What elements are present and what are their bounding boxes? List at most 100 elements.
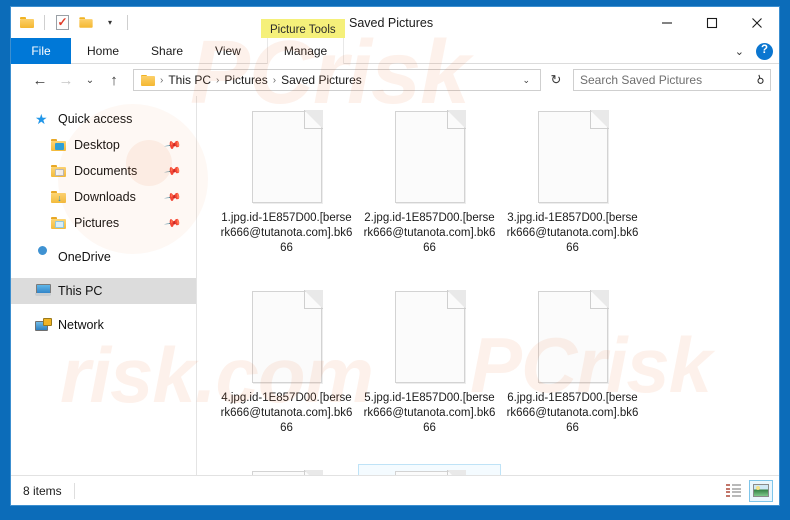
- blank-file-icon: [394, 290, 466, 383]
- sidebar-item-label: Desktop: [74, 138, 120, 152]
- sidebar-item-quick-access[interactable]: ★ Quick access: [11, 106, 196, 132]
- view-mode-buttons: [721, 479, 773, 502]
- network-icon: [35, 318, 51, 332]
- breadcrumb-item-saved-pictures[interactable]: Saved Pictures: [277, 73, 366, 87]
- file-item[interactable]: 1.jpg.id-1E857D00.[berserk666@tutanota.c…: [215, 104, 358, 284]
- pin-icon: 📌: [163, 162, 182, 181]
- file-item[interactable]: 5.jpg.id-1E857D00.[berserk666@tutanota.c…: [358, 284, 501, 464]
- window-title: Saved Pictures: [349, 15, 434, 30]
- file-explorer-window: ✓ ▾ Picture Tools Saved Pictures File Ho…: [10, 6, 780, 506]
- file-name: 2.jpg.id-1E857D00.[berserk666@tutanota.c…: [363, 212, 496, 254]
- sidebar-item-label: Documents: [74, 164, 138, 178]
- sidebar-item-pictures[interactable]: Pictures 📌: [11, 210, 196, 236]
- pin-icon: 📌: [163, 214, 182, 233]
- details-view-button[interactable]: [721, 480, 745, 502]
- sidebar-item-network[interactable]: Network: [11, 312, 196, 338]
- forward-button: →: [58, 71, 74, 89]
- recent-locations-icon[interactable]: ⌄: [81, 69, 99, 91]
- breadcrumb[interactable]: › This PC › Pictures › Saved Pictures ⌄: [133, 69, 541, 91]
- properties-check-icon[interactable]: ✓: [52, 13, 72, 33]
- details-view-icon: [725, 484, 741, 497]
- tab-view[interactable]: View: [199, 38, 257, 64]
- folder-downloads-icon: ↓: [51, 191, 67, 203]
- blank-file-icon: [394, 110, 466, 203]
- icon-grid: 1.jpg.id-1E857D00.[berserk666@tutanota.c…: [215, 104, 773, 475]
- star-icon: ★: [35, 111, 48, 127]
- file-item[interactable]: 2.jpg.id-1E857D00.[berserk666@tutanota.c…: [358, 104, 501, 284]
- minimize-button[interactable]: [644, 7, 689, 38]
- blank-file-icon: [251, 470, 323, 475]
- breadcrumb-dropdown-icon[interactable]: ⌄: [516, 75, 536, 86]
- text-file-icon: [394, 470, 466, 475]
- file-name: 3.jpg.id-1E857D00.[berserk666@tutanota.c…: [506, 212, 639, 254]
- item-count-label: 8 items: [23, 483, 62, 498]
- breadcrumb-item-pictures[interactable]: Pictures: [220, 73, 271, 87]
- file-name: 6.jpg.id-1E857D00.[berserk666@tutanota.c…: [506, 392, 639, 434]
- sidebar-item-label: Network: [58, 318, 104, 332]
- file-item[interactable]: 4.jpg.id-1E857D00.[berserk666@tutanota.c…: [215, 284, 358, 464]
- large-icons-view-button[interactable]: [749, 479, 773, 502]
- back-button[interactable]: ←: [29, 69, 51, 91]
- window-controls: [644, 7, 779, 38]
- navigation-pane: ★ Quick access Desktop 📌 Documents 📌 ↓ D…: [11, 96, 197, 475]
- sidebar-item-downloads[interactable]: ↓ Downloads 📌: [11, 184, 196, 210]
- sidebar-item-onedrive[interactable]: OneDrive: [11, 244, 196, 270]
- sidebar-item-label: Quick access: [58, 112, 133, 126]
- quick-access-toolbar: ✓ ▾: [11, 7, 131, 38]
- file-item[interactable]: 3.jpg.id-1E857D00.[berserk666@tutanota.c…: [501, 104, 644, 284]
- qat-separator-2: [127, 15, 128, 30]
- ribbon-right-controls: ⌄ ?: [731, 38, 773, 64]
- nav-gap-1: [11, 236, 196, 244]
- tab-file[interactable]: File: [11, 38, 71, 64]
- explorer-body: ★ Quick access Desktop 📌 Documents 📌 ↓ D…: [11, 96, 779, 475]
- sidebar-item-label: OneDrive: [58, 250, 111, 264]
- large-icons-view-icon: [753, 484, 769, 497]
- folder-documents-icon: [51, 165, 67, 177]
- desktop-background: ✓ ▾ Picture Tools Saved Pictures File Ho…: [0, 0, 790, 520]
- tab-home[interactable]: Home: [71, 38, 135, 64]
- nav-gap-2: [11, 270, 196, 278]
- search-input[interactable]: Search Saved Pictures ☌: [573, 69, 771, 91]
- folder-pictures-icon: [51, 217, 67, 229]
- help-button[interactable]: ?: [756, 42, 773, 60]
- tab-share[interactable]: Share: [135, 38, 199, 64]
- file-list-view[interactable]: 1.jpg.id-1E857D00.[berserk666@tutanota.c…: [197, 96, 779, 475]
- nav-gap-3: [11, 304, 196, 312]
- up-button[interactable]: ↑: [103, 69, 125, 91]
- file-name: 5.jpg.id-1E857D00.[berserk666@tutanota.c…: [363, 392, 496, 434]
- sidebar-item-this-pc[interactable]: This PC: [11, 278, 196, 304]
- status-separator: [73, 482, 75, 499]
- collapse-ribbon-icon[interactable]: ⌄: [731, 45, 748, 58]
- ribbon-tab-strip: File Home Share View Manage ⌄ ?: [11, 38, 779, 64]
- blank-file-icon: [537, 110, 609, 203]
- file-item[interactable]: 6.jpg.id-1E857D00.[berserk666@tutanota.c…: [501, 284, 644, 464]
- folder-icon[interactable]: [17, 13, 37, 33]
- pin-icon: 📌: [163, 136, 182, 155]
- blank-file-icon: [537, 290, 609, 383]
- blank-file-icon: [251, 110, 323, 203]
- search-placeholder: Search Saved Pictures: [580, 73, 703, 87]
- status-bar: 8 items: [11, 475, 779, 505]
- maximize-button[interactable]: [689, 7, 734, 38]
- computer-icon: [35, 284, 51, 298]
- blank-file-icon: [251, 290, 323, 383]
- sidebar-item-label: Downloads: [74, 190, 136, 204]
- file-item[interactable]: 7.jpg.id-1E857D00.[berserk666@tutanota.c…: [215, 464, 358, 475]
- sidebar-item-label: Pictures: [74, 216, 120, 230]
- sidebar-item-documents[interactable]: Documents 📌: [11, 158, 196, 184]
- sidebar-item-label: This PC: [58, 284, 103, 298]
- sidebar-item-desktop[interactable]: Desktop 📌: [11, 132, 196, 158]
- close-button[interactable]: [734, 7, 779, 38]
- title-bar: ✓ ▾ Picture Tools Saved Pictures: [11, 7, 779, 41]
- refresh-button[interactable]: ↻: [545, 69, 567, 91]
- file-name: 1.jpg.id-1E857D00.[berserk666@tutanota.c…: [220, 212, 353, 254]
- file-item-selected[interactable]: FILES ENCRYPTED.txt: [358, 464, 501, 475]
- cloud-icon: [35, 250, 51, 264]
- customize-qat-caret-icon[interactable]: ▾: [100, 13, 120, 33]
- tab-manage[interactable]: Manage: [266, 38, 345, 64]
- new-folder-icon[interactable]: [76, 13, 96, 33]
- pin-icon: 📌: [163, 188, 182, 207]
- breadcrumb-item-this-pc[interactable]: This PC: [164, 73, 215, 87]
- folder-desktop-icon: [51, 139, 67, 151]
- address-bar: ← → ⌄ ↑ › This PC › Pictures › Saved Pic…: [11, 64, 779, 96]
